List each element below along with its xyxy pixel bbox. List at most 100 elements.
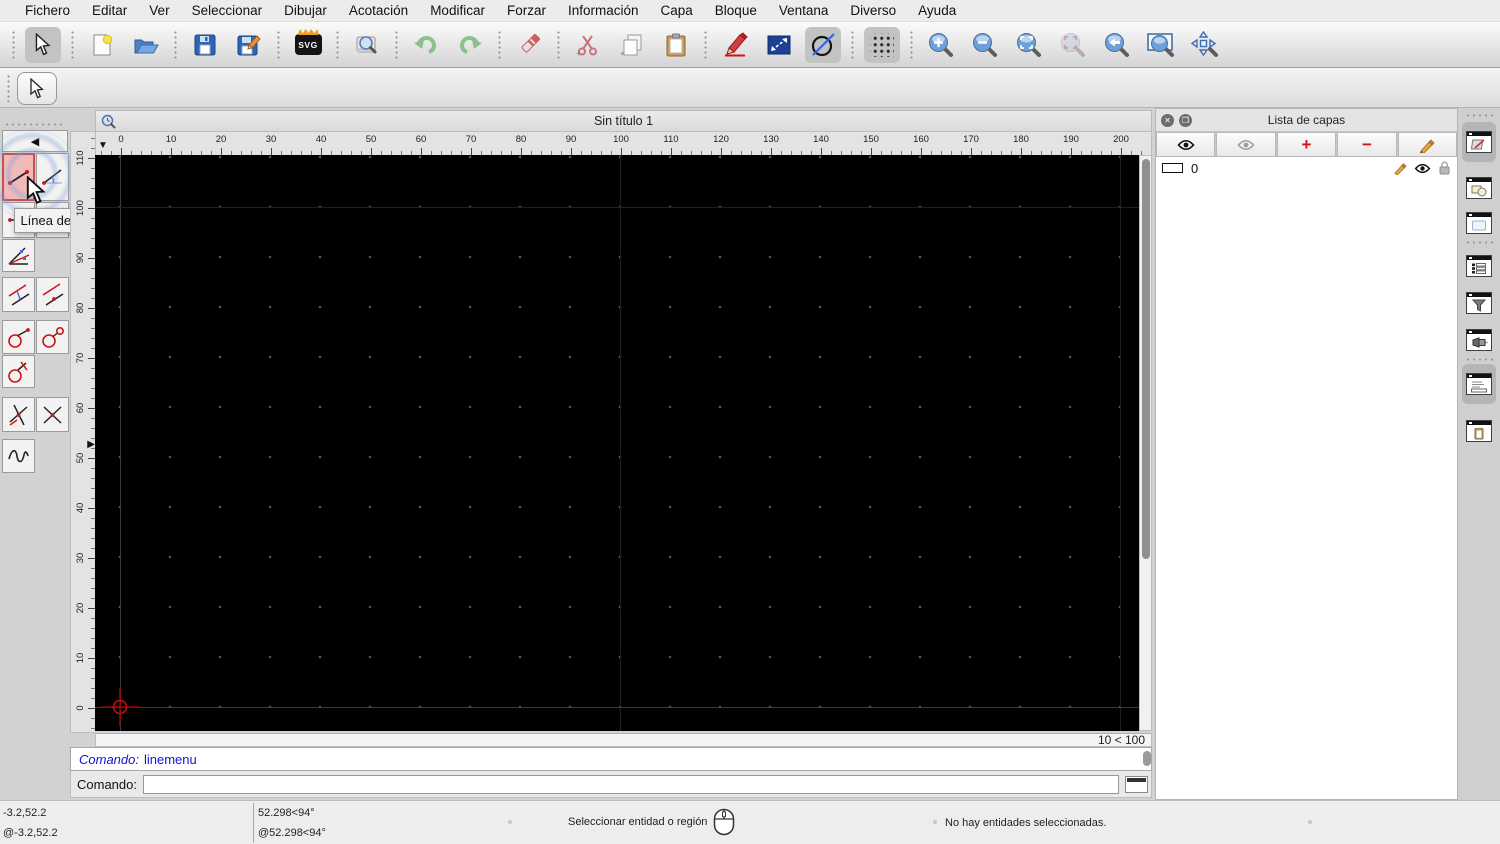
h-ruler-label: 80 — [506, 134, 536, 145]
v-ruler-label: 20 — [73, 597, 87, 619]
zoom-window-button[interactable] — [1143, 27, 1179, 63]
palette-back-button[interactable]: ◀ — [2, 130, 68, 152]
save-as-button[interactable] — [231, 27, 267, 63]
menu-forzar[interactable]: Forzar — [496, 3, 557, 18]
dock-tool-options-toggle[interactable] — [1462, 320, 1496, 360]
dock-block-list-toggle[interactable] — [1462, 168, 1496, 208]
toolbar-grip[interactable] — [11, 30, 16, 60]
paste-button[interactable] — [658, 27, 694, 63]
menu-fichero[interactable]: Fichero — [14, 3, 81, 18]
select-tool-button[interactable] — [25, 27, 61, 63]
undo-button[interactable] — [408, 27, 444, 63]
y-axis-line — [120, 155, 121, 731]
open-file-button[interactable] — [128, 27, 164, 63]
menu-bloque[interactable]: Bloque — [704, 3, 768, 18]
canvas-title-bar[interactable]: Sin título 1 — [95, 110, 1152, 131]
remove-layer-button[interactable]: − — [1337, 132, 1396, 157]
layer-edit-pencil-icon[interactable] — [1393, 161, 1407, 175]
redo-button[interactable] — [452, 27, 488, 63]
line-bisector-tool[interactable] — [2, 239, 35, 272]
toolbar-grip[interactable] — [335, 30, 340, 60]
line-tangent-point-circle-tool[interactable] — [2, 320, 35, 354]
toolbar-grip[interactable] — [276, 30, 281, 60]
menu-editar[interactable]: Editar — [81, 3, 138, 18]
command-input[interactable] — [143, 775, 1119, 794]
zoom-out-button[interactable] — [967, 27, 1003, 63]
command-history-scrollbar[interactable] — [1143, 751, 1151, 766]
select-tool-button-2[interactable] — [17, 72, 57, 105]
dock-library-toggle[interactable] — [1462, 203, 1496, 243]
close-icon[interactable]: ✕ — [1161, 114, 1174, 127]
zoom-auto-button[interactable] — [1011, 27, 1047, 63]
toolbar-grip[interactable] — [703, 30, 708, 60]
menu-acotacion[interactable]: Acotación — [338, 3, 419, 18]
command-history-label: Comando: — [79, 752, 139, 767]
line-parallel-point-tool[interactable] — [2, 277, 35, 312]
layer-row[interactable]: 0 — [1156, 157, 1457, 179]
zoom-pan-button[interactable] — [1187, 27, 1223, 63]
dock-library-icon — [1466, 212, 1492, 234]
draft-mode-toggle[interactable] — [805, 27, 841, 63]
toolbar-grip[interactable] — [6, 74, 11, 102]
menu-ayuda[interactable]: Ayuda — [907, 3, 967, 18]
drawing-canvas[interactable] — [95, 155, 1139, 731]
save-button[interactable] — [187, 27, 223, 63]
cut-button[interactable]: + — [570, 27, 606, 63]
line-parallel-tool[interactable] — [36, 277, 69, 312]
dock-clipboard-toggle[interactable] — [1462, 411, 1496, 451]
layer-visibility-eye-icon[interactable] — [1414, 163, 1431, 174]
zoom-previous-button[interactable] — [1099, 27, 1135, 63]
new-file-button[interactable] — [84, 27, 120, 63]
hide-all-layers-button[interactable] — [1216, 132, 1275, 157]
pen-edit-button[interactable] — [717, 27, 753, 63]
toolbar-grip[interactable] — [394, 30, 399, 60]
cursor-arrow-icon — [33, 33, 53, 57]
palette-grip[interactable] — [4, 122, 66, 127]
layer-list: 0 — [1156, 157, 1457, 799]
menu-capa[interactable]: Capa — [650, 3, 704, 18]
toolbar-grip[interactable] — [70, 30, 75, 60]
toolbar-grip[interactable] — [556, 30, 561, 60]
grid-toggle[interactable] — [864, 27, 900, 63]
dock-grip[interactable] — [1465, 113, 1493, 118]
x-axis-line — [95, 707, 1139, 708]
edit-layer-button[interactable] — [1398, 132, 1457, 157]
delete-button[interactable] — [511, 27, 547, 63]
svg-export-button[interactable]: SVG — [290, 27, 326, 63]
line-tangent-orthogonal-tool[interactable] — [2, 355, 35, 388]
h-ruler-label: 30 — [256, 134, 286, 145]
scrollbar-thumb[interactable] — [1142, 159, 1150, 559]
layer-color-swatch[interactable] — [1162, 163, 1183, 173]
toolbar-grip[interactable] — [173, 30, 178, 60]
relative-angle-icon — [6, 402, 32, 428]
workspace-button[interactable] — [761, 27, 797, 63]
float-panel-icon[interactable]: ❐ — [1179, 114, 1192, 127]
menu-diverso[interactable]: Diverso — [839, 3, 907, 18]
dock-filter-toggle[interactable] — [1462, 283, 1496, 323]
canvas-vertical-scrollbar[interactable] — [1139, 155, 1152, 731]
line-freehand-tool[interactable] — [2, 439, 35, 473]
layer-lock-icon[interactable] — [1438, 161, 1451, 175]
print-preview-button[interactable] — [349, 27, 385, 63]
toolbar-grip[interactable] — [497, 30, 502, 60]
toolbar-grip[interactable] — [850, 30, 855, 60]
menu-ventana[interactable]: Ventana — [768, 3, 840, 18]
show-all-layers-button[interactable] — [1156, 132, 1215, 157]
menu-informacion[interactable]: Información — [557, 3, 650, 18]
menu-ver[interactable]: Ver — [138, 3, 180, 18]
copy-button[interactable]: + — [614, 27, 650, 63]
menu-seleccionar[interactable]: Seleccionar — [181, 3, 274, 18]
zoom-redraw-button[interactable] — [1055, 27, 1091, 63]
toolbar-grip[interactable] — [909, 30, 914, 60]
line-relative-angle-tool[interactable] — [2, 397, 35, 432]
command-detach-button[interactable] — [1125, 776, 1148, 793]
menu-modificar[interactable]: Modificar — [419, 3, 496, 18]
line-orthogonal-tool[interactable] — [36, 397, 69, 432]
line-tangent-two-circles-tool[interactable] — [36, 320, 69, 354]
add-layer-button[interactable]: + — [1277, 132, 1336, 157]
dock-entity-list-toggle[interactable] — [1462, 246, 1496, 286]
dock-command-line-toggle[interactable] — [1462, 364, 1496, 404]
menu-dibujar[interactable]: Dibujar — [273, 3, 338, 18]
dock-layer-list-toggle[interactable] — [1462, 122, 1496, 162]
zoom-in-button[interactable] — [923, 27, 959, 63]
